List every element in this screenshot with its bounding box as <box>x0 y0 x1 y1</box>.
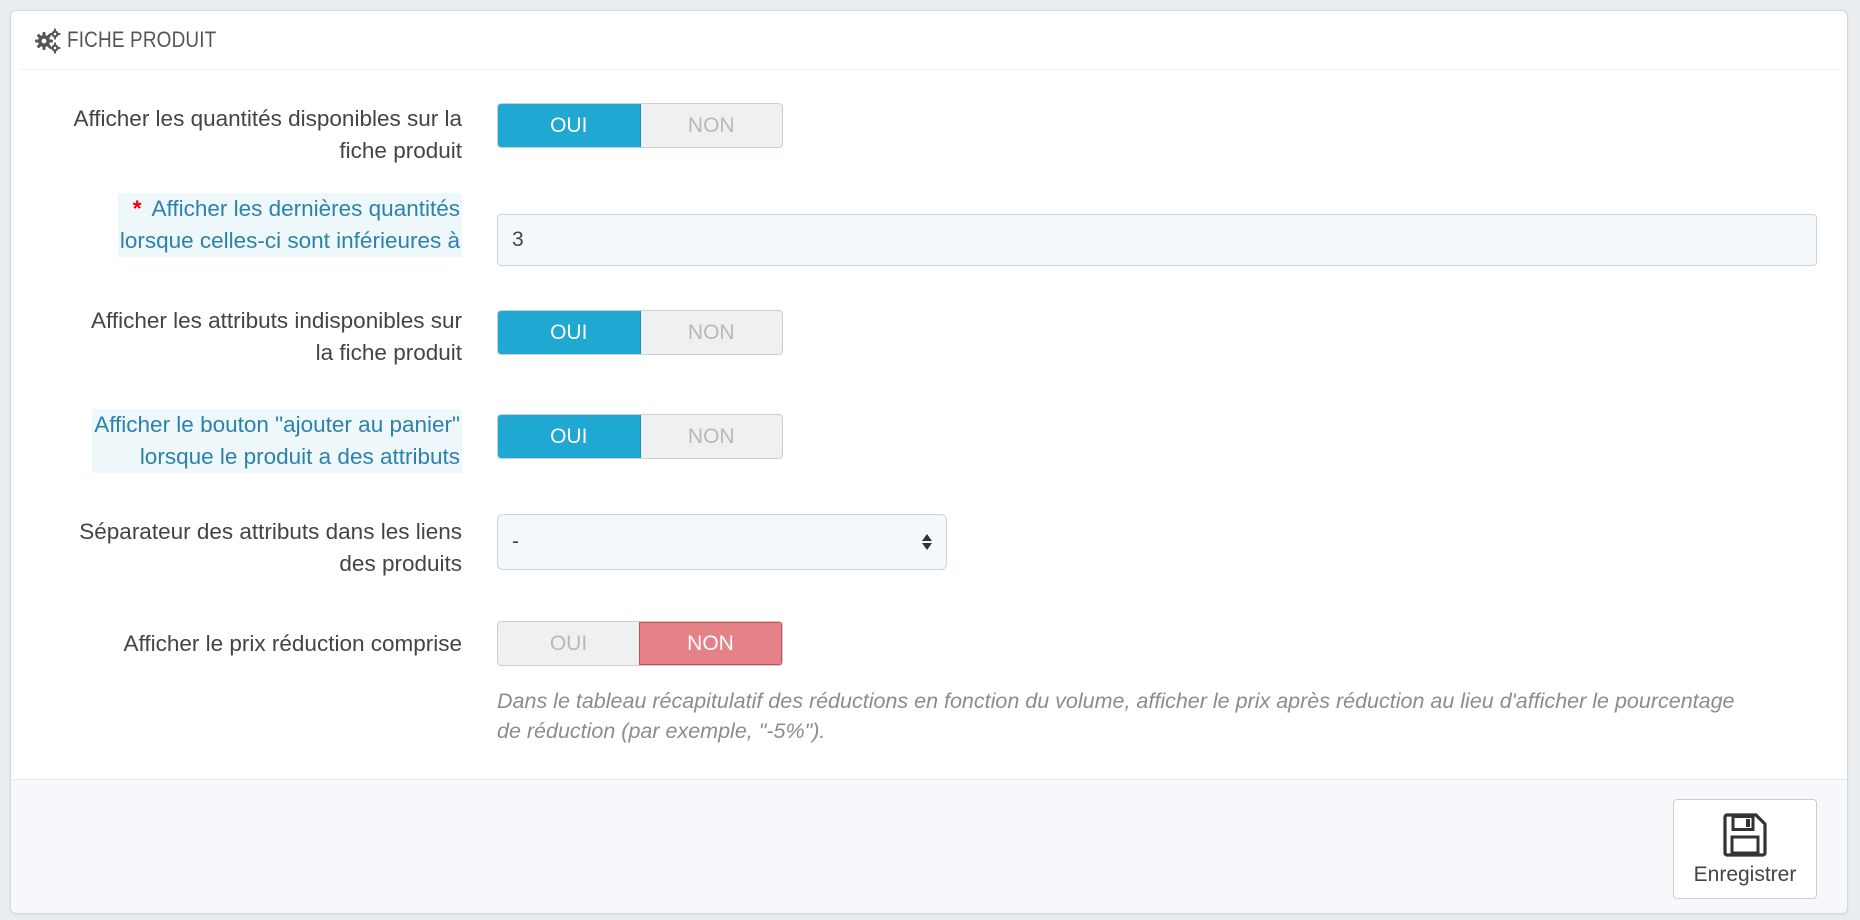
required-asterisk: * <box>132 196 142 221</box>
panel-heading: FICHE PRODUIT <box>19 11 1839 70</box>
select-value: - <box>512 530 519 553</box>
switch-yes-option[interactable]: OUI <box>498 104 641 147</box>
field-label-display-quantities: Afficher les quantités disponibles sur l… <box>73 106 462 163</box>
attribute-separator-select[interactable]: - <box>497 514 947 570</box>
switch-display-quantities[interactable]: OUI NON <box>497 103 783 148</box>
switch-unavailable-attributes[interactable]: OUI NON <box>497 310 783 355</box>
switch-no-option[interactable]: NON <box>641 104 783 147</box>
help-text-discounted-price: Dans le tableau récapitulatif des réduct… <box>497 689 1735 743</box>
switch-no-option[interactable]: NON <box>639 622 782 665</box>
switch-no-option[interactable]: NON <box>641 415 783 458</box>
last-quantities-input[interactable]: 3 <box>497 214 1817 266</box>
switch-discounted-price[interactable]: OUI NON <box>497 621 783 666</box>
cogs-icon <box>35 28 61 54</box>
field-label-discounted-price: Afficher le prix réduction comprise <box>123 631 462 656</box>
save-button[interactable]: Enregistrer <box>1673 799 1817 899</box>
switch-add-to-cart[interactable]: OUI NON <box>497 414 783 459</box>
field-label-add-to-cart[interactable]: Afficher le bouton "ajouter au panier" l… <box>92 409 462 473</box>
select-arrows-icon <box>922 534 932 550</box>
panel-footer: Enregistrer <box>11 779 1847 913</box>
switch-yes-option[interactable]: OUI <box>498 622 639 665</box>
switch-yes-option[interactable]: OUI <box>498 311 641 354</box>
field-label-attribute-separator: Séparateur des attributs dans les liens … <box>79 519 462 576</box>
save-button-label: Enregistrer <box>1693 863 1797 886</box>
switch-yes-option[interactable]: OUI <box>498 415 641 458</box>
product-page-panel: FICHE PRODUIT Afficher les quantités dis… <box>10 10 1848 914</box>
floppy-disk-icon <box>1723 813 1767 857</box>
field-label-last-quantities[interactable]: * Afficher les dernières quantités lorsqu… <box>117 193 462 257</box>
switch-no-option[interactable]: NON <box>641 311 783 354</box>
panel-title: FICHE PRODUIT <box>67 27 217 52</box>
field-label-unavailable-attributes: Afficher les attributs indisponibles sur… <box>90 308 462 365</box>
